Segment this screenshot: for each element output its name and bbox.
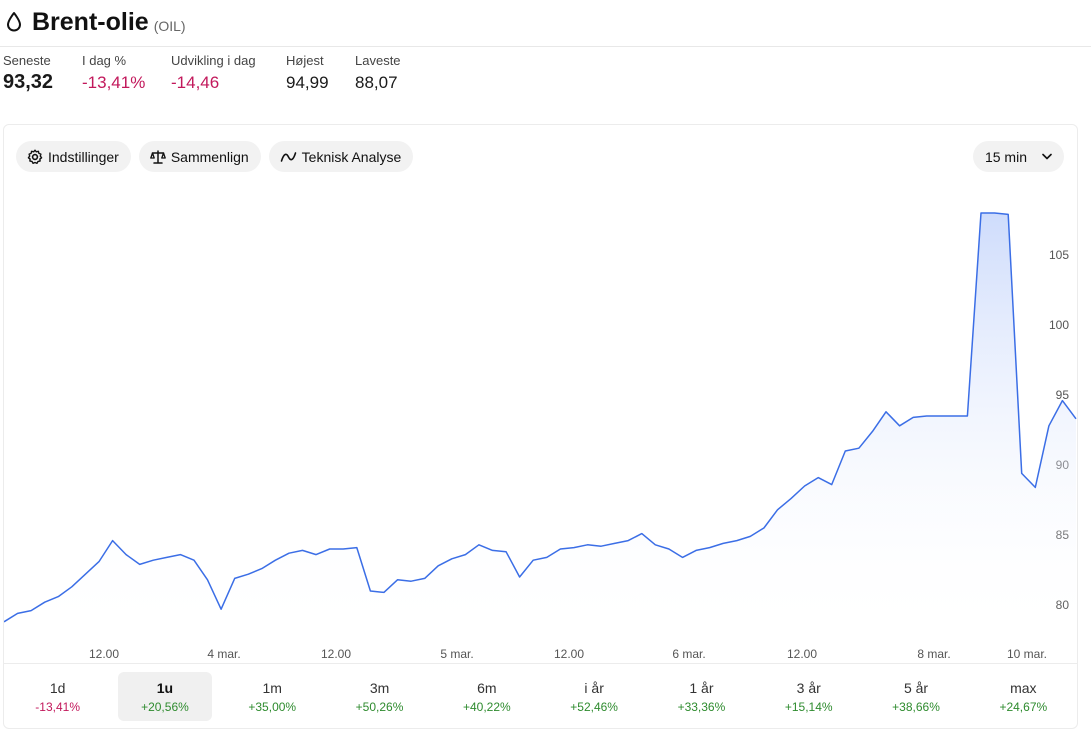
stat-value: -13,41% xyxy=(82,73,146,92)
stat-value: 88,07 xyxy=(355,73,398,92)
period-label: 5 år xyxy=(903,679,929,696)
x-tick-label: 12.00 xyxy=(89,647,119,661)
period-1-år[interactable]: 1 år +33,36% xyxy=(648,664,755,729)
stat-label: Højest xyxy=(286,53,324,68)
period-label: i år xyxy=(584,679,604,696)
period-change: +20,56% xyxy=(141,699,189,714)
stat-value: 94,99 xyxy=(286,73,329,92)
y-tick-label: 105 xyxy=(1049,248,1069,262)
period-1u[interactable]: 1u +20,56% xyxy=(111,664,218,729)
stat-day-percent: I dag % -13,41% xyxy=(82,53,145,93)
trend-line-icon xyxy=(280,151,296,162)
page-title: Brent-olie xyxy=(32,7,149,36)
period-3-år[interactable]: 3 år +15,14% xyxy=(755,664,862,729)
stat-value: 93,32 xyxy=(3,71,54,93)
period-6m[interactable]: 6m +40,22% xyxy=(433,664,540,729)
period-selector: 1d -13,41% 1u +20,56% 1m +35,00% 3m +50,26% 6m +4… xyxy=(4,664,1077,729)
chart-card: Indstillinger Sammenlign Teknisk Analyse… xyxy=(3,124,1078,729)
period-label: max xyxy=(1010,679,1037,696)
interval-label: 15 min xyxy=(984,148,1027,165)
period-1m[interactable]: 1m +35,00% xyxy=(219,664,326,729)
stat-latest: Seneste 93,32 xyxy=(3,53,53,94)
scale-icon xyxy=(149,149,166,164)
quote-stats: Seneste 93,32 I dag % -13,41% Udvikling … xyxy=(0,53,1091,103)
x-tick-label: 10 mar. xyxy=(1007,647,1047,661)
ticker-symbol: (OIL) xyxy=(153,18,186,34)
compare-label: Sammenlign xyxy=(170,148,249,165)
price-chart[interactable]: 80859095100105 12.004 mar.12.005 mar.12.… xyxy=(4,165,1079,665)
title-divider xyxy=(0,46,1091,47)
period-change: -13,41% xyxy=(35,699,80,714)
x-tick-label: 12.00 xyxy=(787,647,817,661)
period-label: 1d xyxy=(49,679,66,696)
period-label: 3 år xyxy=(796,679,821,696)
settings-label: Indstillinger xyxy=(48,148,119,165)
x-tick-label: 12.00 xyxy=(554,647,584,661)
stat-label: Seneste xyxy=(3,53,51,68)
period-change: +33,36% xyxy=(677,699,726,714)
period-label: 1 år xyxy=(689,679,714,696)
stat-label: Laveste xyxy=(355,53,401,68)
stat-value: -14,46 xyxy=(171,73,220,92)
x-tick-label: 8 mar. xyxy=(917,647,950,661)
period-label: 6m xyxy=(477,679,497,696)
stat-high: Højest 94,99 xyxy=(286,53,329,93)
period-max[interactable]: max +24,67% xyxy=(970,664,1077,729)
x-tick-label: 12.00 xyxy=(321,647,351,661)
y-tick-label: 100 xyxy=(1049,318,1069,332)
period-label: 1u xyxy=(156,679,174,696)
title-row: Brent-olie (OIL) xyxy=(4,4,186,40)
x-tick-label: 6 mar. xyxy=(672,647,705,661)
chevron-down-icon xyxy=(1042,153,1052,160)
x-tick-label: 4 mar. xyxy=(207,647,240,661)
stat-low: Laveste 88,07 xyxy=(355,53,401,93)
period-label: 1m xyxy=(262,679,282,696)
period-change: +35,00% xyxy=(248,699,297,714)
stat-label: I dag % xyxy=(82,53,127,68)
period-3m[interactable]: 3m +50,26% xyxy=(326,664,433,729)
period-label: 3m xyxy=(369,679,390,696)
stat-day-change: Udvikling i dag -14,46 xyxy=(171,53,256,93)
period-change: +40,22% xyxy=(462,699,511,714)
gear-icon xyxy=(27,149,43,164)
period-change: +24,67% xyxy=(999,699,1048,714)
period-1d[interactable]: 1d -13,41% xyxy=(4,664,111,729)
period-change: +15,14% xyxy=(784,699,833,714)
oil-drop-icon xyxy=(4,11,24,33)
price-area xyxy=(4,213,1076,640)
period-change: +38,66% xyxy=(892,699,940,714)
stat-label: Udvikling i dag xyxy=(171,53,256,68)
period-change: +52,46% xyxy=(570,699,618,714)
technical-analysis-label: Teknisk Analyse xyxy=(301,148,402,165)
period-i-år[interactable]: i år +52,46% xyxy=(540,664,647,729)
period-5-år[interactable]: 5 år +38,66% xyxy=(862,664,969,729)
x-tick-label: 5 mar. xyxy=(440,647,473,661)
period-change: +50,26% xyxy=(355,699,404,714)
